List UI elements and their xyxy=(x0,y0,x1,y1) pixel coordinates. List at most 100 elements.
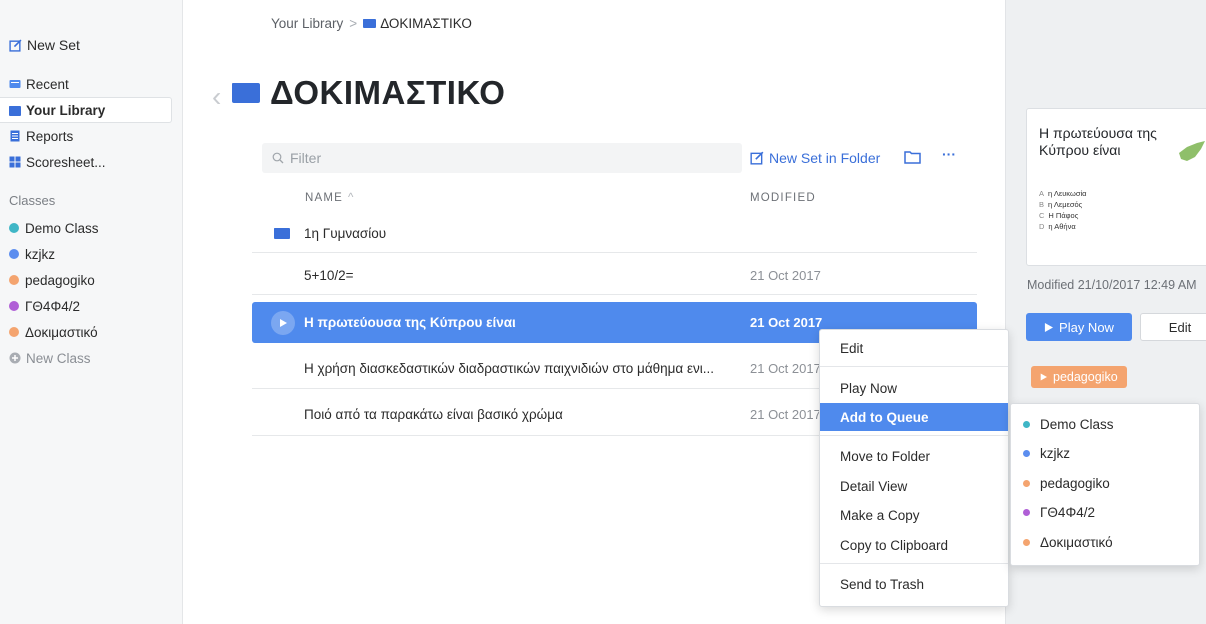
menu-item-move-to-folder[interactable]: Move to Folder xyxy=(820,442,1008,470)
row-name: Ποιό από τα παρακάτω είναι βασικό χρώμα xyxy=(304,406,563,422)
reports-icon xyxy=(10,130,20,142)
new-set-label: New Set xyxy=(27,37,80,53)
folder-outline-icon xyxy=(904,151,921,164)
back-arrow-icon[interactable]: ‹ xyxy=(212,81,221,113)
filter-input[interactable]: Filter xyxy=(262,143,742,173)
table-row[interactable]: 1η Γυμνασίου xyxy=(252,214,977,253)
row-name: Η χρήση διασκεδαστικών διαδραστικών παιχ… xyxy=(304,361,715,376)
sidebar-item-label: Recent xyxy=(26,76,69,92)
new-folder-button[interactable] xyxy=(904,151,921,164)
class-color-dot xyxy=(1023,479,1030,487)
plus-circle-icon xyxy=(9,352,21,364)
class-color-dot xyxy=(9,327,19,337)
edit-button[interactable]: Edit xyxy=(1140,313,1206,341)
class-label: pedagogiko xyxy=(25,272,95,288)
play-now-button[interactable]: Play Now xyxy=(1026,313,1132,341)
menu-item-edit[interactable]: Edit xyxy=(820,334,1008,362)
class-tag[interactable]: pedagogiko xyxy=(1031,366,1127,388)
class-color-dot xyxy=(9,301,19,311)
menu-item-copy-to-clipboard[interactable]: Copy to Clipboard xyxy=(820,531,1008,559)
menu-item-add-to-queue[interactable]: Add to Queue xyxy=(820,403,1008,431)
new-class-button[interactable]: New Class xyxy=(0,345,172,371)
context-menu: Edit Play Now Add to Queue Move to Folde… xyxy=(819,329,1009,607)
row-name: 1η Γυμνασίου xyxy=(304,225,387,241)
row-date: 21 Oct 2017 xyxy=(750,406,821,422)
preview-option-a: Aη Λευκωσία xyxy=(1039,189,1087,198)
submenu-class-pedagogiko[interactable]: pedagogiko xyxy=(1011,469,1199,497)
sidebar-class-g4f4[interactable]: ΓΘ4Φ4/2 xyxy=(0,293,172,319)
class-color-dot xyxy=(1023,538,1030,546)
play-icon xyxy=(1040,373,1047,381)
queue-class-submenu: Demo Class kzjkz pedagogiko ΓΘ4Φ4/2 Δοκι… xyxy=(1010,403,1200,566)
row-date: 21 Oct 2017 xyxy=(750,267,821,283)
sidebar-item-label: Reports xyxy=(26,128,74,144)
class-color-dot xyxy=(9,223,19,233)
question-preview[interactable]: Η πρωτεύουσα της Κύπρου είναι Aη Λευκωσί… xyxy=(1026,108,1206,266)
folder-icon xyxy=(232,83,260,103)
class-color-dot xyxy=(1023,508,1030,516)
new-set-in-folder-button[interactable]: New Set in Folder xyxy=(750,150,880,166)
recent-icon xyxy=(9,80,21,88)
sidebar-item-recent[interactable]: Recent xyxy=(0,71,172,97)
sidebar-item-label: Scoresheet... xyxy=(26,154,106,170)
more-options-button[interactable]: ··· xyxy=(942,146,956,162)
sidebar-class-dokimastiko[interactable]: Δοκιμαστικό xyxy=(0,319,172,345)
menu-item-make-a-copy[interactable]: Make a Copy xyxy=(820,501,1008,529)
folder-icon xyxy=(9,106,21,116)
page-title-text: ΔΟΚΙΜΑΣΤΙΚΟ xyxy=(270,74,506,111)
search-icon xyxy=(272,152,284,164)
class-color-dot xyxy=(9,249,19,259)
play-icon[interactable] xyxy=(271,310,295,335)
breadcrumb-separator: > xyxy=(349,16,358,31)
menu-divider xyxy=(820,366,1008,367)
submenu-class-g4f4[interactable]: ΓΘ4Φ4/2 xyxy=(1011,498,1199,526)
submenu-class-dokimastiko[interactable]: Δοκιμαστικό xyxy=(1011,528,1199,556)
sidebar-item-scoresheet[interactable]: Scoresheet... xyxy=(0,149,172,175)
submenu-class-demo-class[interactable]: Demo Class xyxy=(1011,410,1199,438)
breadcrumb-root[interactable]: Your Library xyxy=(271,16,343,31)
sidebar: New Set Recent Your Library Reports Scor… xyxy=(0,0,183,624)
row-date: 21 Oct 2017 xyxy=(750,315,823,330)
class-label: kzjkz xyxy=(25,246,55,262)
sidebar-class-pedagogiko[interactable]: pedagogiko xyxy=(0,267,172,293)
preview-option-b: Bη Λεμεσός xyxy=(1039,200,1083,209)
sidebar-class-demo-class[interactable]: Demo Class xyxy=(0,215,172,241)
submenu-class-kzjkz[interactable]: kzjkz xyxy=(1011,439,1199,467)
preview-option-d: Dη Αθήνα xyxy=(1039,222,1076,231)
class-label: ΓΘ4Φ4/2 xyxy=(25,298,80,314)
class-color-dot xyxy=(1023,420,1030,428)
new-set-in-folder-label: New Set in Folder xyxy=(769,150,881,166)
sidebar-item-reports[interactable]: Reports xyxy=(0,123,172,149)
preview-option-c: CΗ Πάφος xyxy=(1039,211,1079,220)
play-icon xyxy=(1044,322,1054,332)
classes-header: Classes xyxy=(9,193,56,208)
class-label: Δοκιμαστικό xyxy=(25,324,98,340)
grid-icon xyxy=(9,156,21,168)
column-header-modified[interactable]: MODIFIED xyxy=(750,192,816,204)
class-label: Demo Class xyxy=(25,220,99,236)
page-title: ΔΟΚΙΜΑΣΤΙΚΟ xyxy=(232,74,505,112)
edit-icon xyxy=(9,39,22,52)
menu-item-send-to-trash[interactable]: Send to Trash xyxy=(820,570,1008,598)
row-name: 5+10/2= xyxy=(304,267,354,283)
new-class-label: New Class xyxy=(26,350,91,366)
sort-asc-icon: ^ xyxy=(348,192,355,204)
row-date: 21 Oct 2017 xyxy=(750,361,821,376)
new-set-button[interactable]: New Set xyxy=(0,32,172,58)
breadcrumb-current: ΔΟΚΙΜΑΣΤΙΚΟ xyxy=(380,16,472,31)
sidebar-item-label: Your Library xyxy=(26,102,106,118)
menu-item-play-now[interactable]: Play Now xyxy=(820,374,1008,402)
sidebar-item-your-library[interactable]: Your Library xyxy=(0,97,172,123)
table-row[interactable]: 5+10/2= 21 Oct 2017 xyxy=(252,256,977,295)
edit-icon xyxy=(750,151,764,165)
column-header-name[interactable]: NAME ^ xyxy=(305,192,355,204)
folder-icon xyxy=(363,19,377,28)
menu-item-detail-view[interactable]: Detail View xyxy=(820,472,1008,500)
menu-divider xyxy=(820,435,1008,436)
class-color-dot xyxy=(9,275,19,285)
class-color-dot xyxy=(1023,449,1030,457)
folder-icon xyxy=(274,227,290,239)
breadcrumb: Your Library > ΔΟΚΙΜΑΣΤΙΚΟ xyxy=(271,16,472,31)
sidebar-class-kzjkz[interactable]: kzjkz xyxy=(0,241,172,267)
menu-divider xyxy=(820,563,1008,564)
